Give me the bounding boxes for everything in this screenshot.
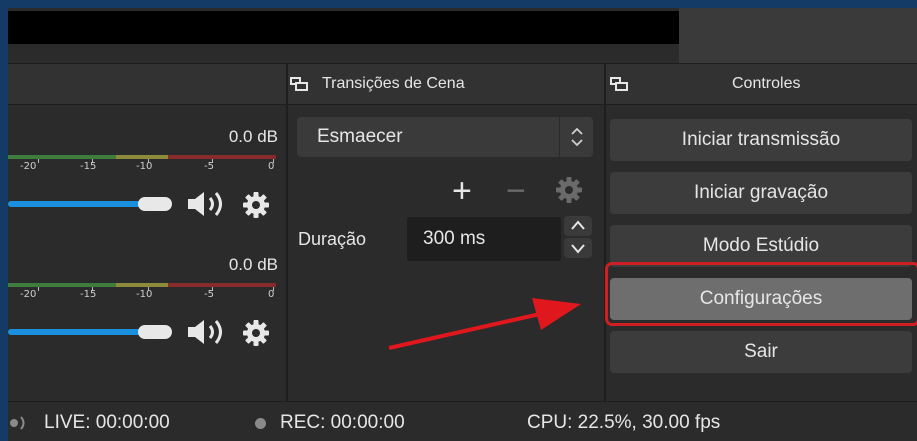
meter-scale: -20 -15 -10 -5 0 [8,287,278,303]
tick-label: -5 [204,289,214,300]
tick-label: -10 [136,289,153,300]
duration-input[interactable]: 300 ms [407,217,561,261]
controls-dock-title: Controles [606,64,917,104]
tick-label: -15 [80,161,97,172]
gear-icon[interactable] [243,320,269,346]
duration-spinner[interactable] [563,215,593,259]
studio-mode-button[interactable]: Modo Estúdio [610,225,912,267]
controls-dock: Iniciar transmissão Iniciar gravação Mod… [606,105,917,401]
exit-button[interactable]: Sair [610,331,912,373]
settings-highlight-box [605,262,917,326]
meter-scale: -20 -15 -10 -5 0 [8,159,278,175]
live-indicator-icon [10,416,25,430]
add-icon[interactable]: + [452,174,472,208]
duration-label: Duração [298,229,367,249]
gear-icon[interactable] [243,192,269,218]
tick-label: -20 [20,161,37,172]
volume-slider[interactable] [8,329,148,335]
transition-select[interactable]: Esmaecer [297,117,593,157]
volume-slider[interactable] [8,201,148,207]
volume-level: 0.0 dB [228,255,278,274]
remove-icon[interactable]: − [506,174,526,208]
rec-indicator-icon [255,418,266,429]
tick-label: -5 [204,161,214,172]
tick-label: 0 [268,289,275,300]
toolbar-strip [679,8,917,63]
rec-status: REC: 00:00:00 [280,412,405,433]
tick-label: 0 [268,161,275,172]
duration-value: 300 ms [423,228,486,249]
audio-mixer: 0.0 dB -20 -15 -10 -5 0 0.0 dB -20 -15 -… [8,105,286,401]
live-status: LIVE: 00:00:00 [44,412,170,433]
preview-area [8,11,679,44]
transitions-title: Transições de Cena [322,75,465,92]
tick-label: -15 [80,289,97,300]
volume-slider-handle[interactable] [138,197,172,211]
tick-label: -10 [136,161,153,172]
transitions-dock: Esmaecer + − Duração 300 ms [288,105,604,401]
cpu-status: CPU: 22.5%, 30.00 fps [527,412,721,433]
undock-icon[interactable] [610,77,628,91]
speaker-icon[interactable] [186,317,234,347]
volume-slider-handle[interactable] [138,325,172,339]
undock-icon[interactable] [290,77,308,91]
gear-icon[interactable] [556,177,582,203]
dock-headers: Transições de Cena Controles [8,63,917,105]
volume-level: 0.0 dB [228,127,278,146]
updown-chevron-icon [559,117,593,157]
obs-window: Transições de Cena Controles 0.0 dB -20 … [8,8,917,441]
transitions-dock-title: Transições de Cena [290,64,465,104]
controls-title: Controles [732,75,801,92]
transition-select-value: Esmaecer [317,126,403,147]
status-bar: LIVE: 00:00:00 REC: 00:00:00 CPU: 22.5%,… [8,401,917,441]
speaker-icon[interactable] [186,189,234,219]
start-recording-button[interactable]: Iniciar gravação [610,172,912,214]
tick-label: -20 [20,289,37,300]
start-streaming-button[interactable]: Iniciar transmissão [610,119,912,161]
